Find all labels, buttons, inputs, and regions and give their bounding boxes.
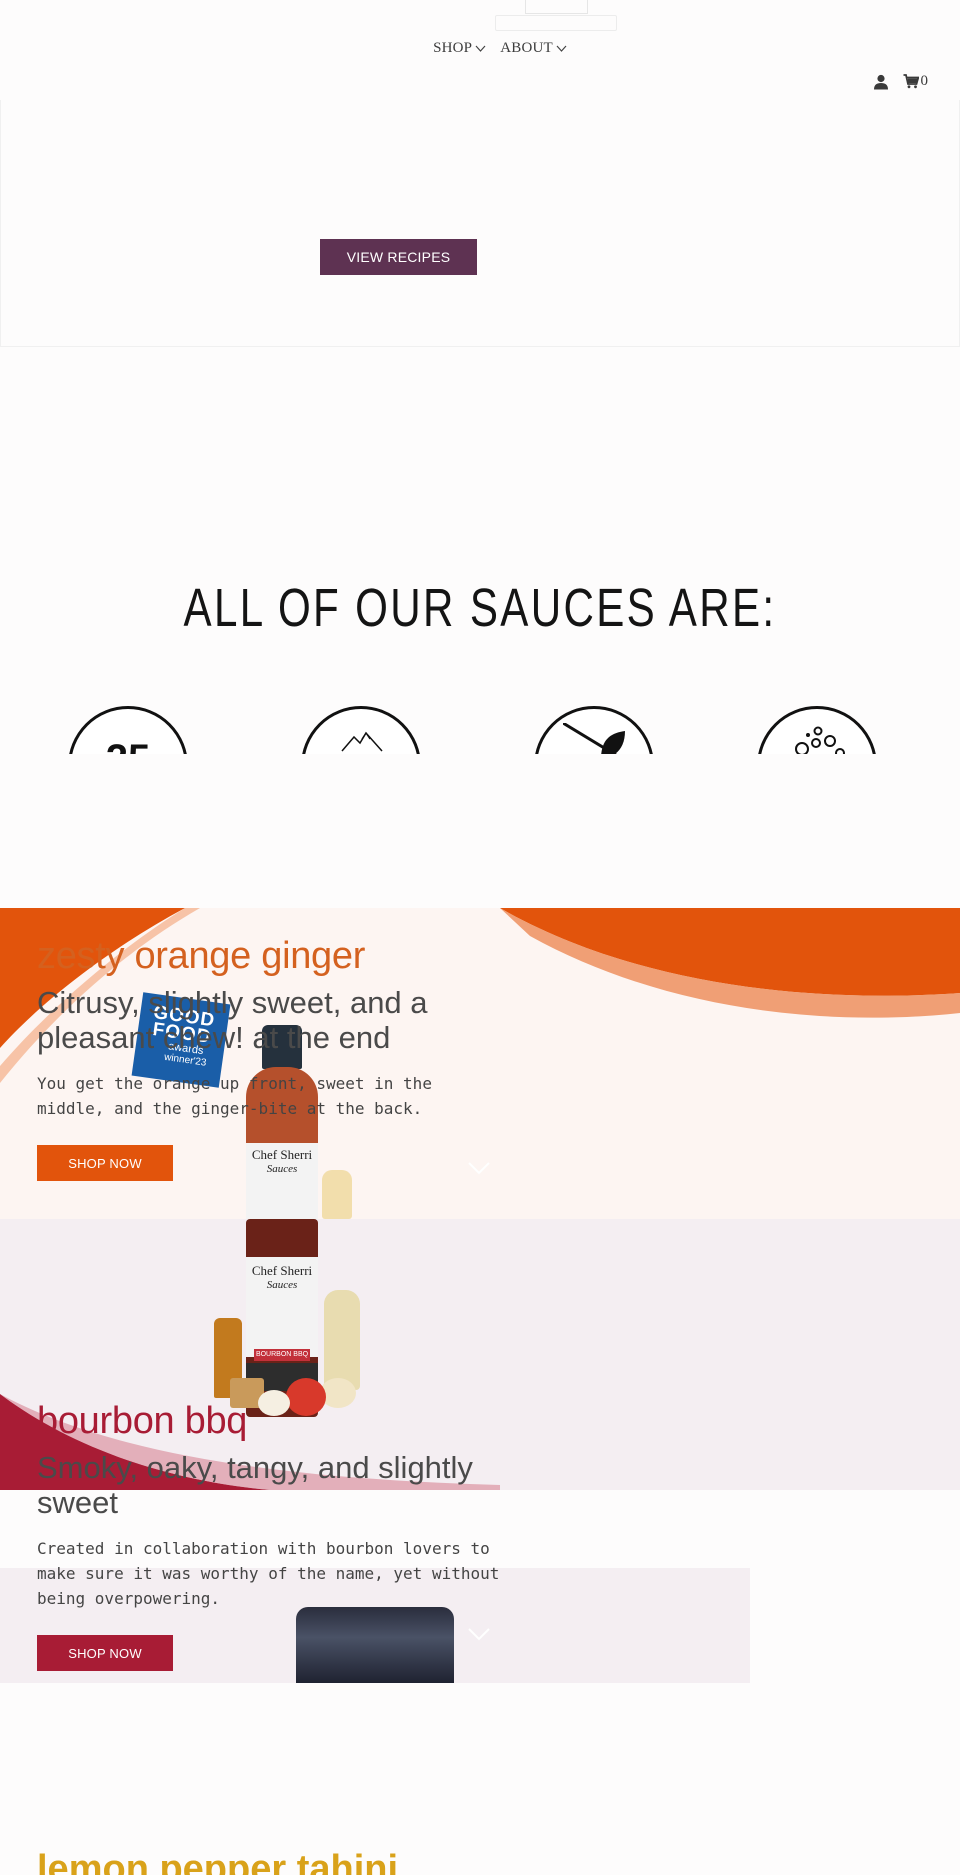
mountain-badge-icon [301, 706, 421, 754]
ingredients-badge-icon: 25 [68, 706, 188, 754]
bourbon-decanter-image [324, 1290, 360, 1390]
chevron-down-icon[interactable] [467, 1161, 491, 1175]
chevron-down-icon[interactable] [467, 1627, 491, 1641]
bottle-brand-text: Chef Sherri [251, 1147, 313, 1162]
product-tagline-orange-ginger: Citrusy, slightly sweet, and a pleasant … [37, 985, 428, 1055]
grain-icon [795, 726, 845, 754]
garlic-image [258, 1390, 290, 1416]
mountain-icon [341, 731, 383, 752]
features-title: ALL OF OUR SAUCES ARE: [183, 578, 777, 638]
header-search-fragment [495, 0, 617, 32]
orange-ingredient-bottle-image [322, 1170, 352, 1219]
hero-section: VIEW RECIPES [0, 100, 960, 347]
gluten-free-badge-icon [757, 706, 877, 754]
shop-now-bourbon-bbq-button[interactable]: SHOP NOW [37, 1635, 173, 1671]
product-name-orange-ginger: zesty orange ginger [37, 935, 366, 977]
product-description-bourbon-bbq: Created in collaboration with bourbon lo… [37, 1539, 500, 1608]
product-description-orange-ginger: You get the orange up front, sweet in th… [37, 1074, 432, 1118]
nav-item-shop[interactable]: SHOP [433, 40, 486, 57]
chevron-down-icon [556, 45, 567, 52]
nav-item-about[interactable]: ABOUT [500, 40, 567, 57]
header-utilities: 0 [873, 73, 929, 90]
cart-button[interactable]: 0 [903, 73, 929, 90]
badge-number: 25 [71, 737, 185, 754]
tomato-image [286, 1378, 326, 1416]
product-name-bourbon-bbq: bourbon bbq [37, 1400, 248, 1442]
nav-item-shop-label: SHOP [433, 40, 473, 56]
view-recipes-button[interactable]: VIEW RECIPES [320, 239, 477, 275]
bottle-bbq-label: BOURBON BBQ [254, 1349, 310, 1361]
cart-icon [903, 74, 919, 89]
bottle-sub-text: Sauces [266, 1163, 298, 1175]
next-product-jar-lid-image [296, 1607, 454, 1683]
bottle-brand-text: Chef Sherri [251, 1263, 313, 1278]
product-name-next: lemon pepper tahini [37, 1848, 399, 1875]
product-tagline-bourbon-bbq: Smoky, oaky, tangy, and slightly sweet [37, 1450, 473, 1520]
account-icon[interactable] [873, 74, 889, 90]
plant-based-badge-icon [534, 706, 654, 754]
feature-badges: 25 [0, 706, 960, 754]
main-nav: SHOP ABOUT [0, 40, 960, 57]
chevron-down-icon [475, 45, 486, 52]
cart-count: 0 [920, 73, 929, 89]
shop-now-orange-ginger-button[interactable]: SHOP NOW [37, 1145, 173, 1181]
nav-item-about-label: ABOUT [500, 40, 553, 56]
leaf-icon [563, 723, 625, 754]
bottle-sub-text: Sauces [266, 1279, 298, 1291]
